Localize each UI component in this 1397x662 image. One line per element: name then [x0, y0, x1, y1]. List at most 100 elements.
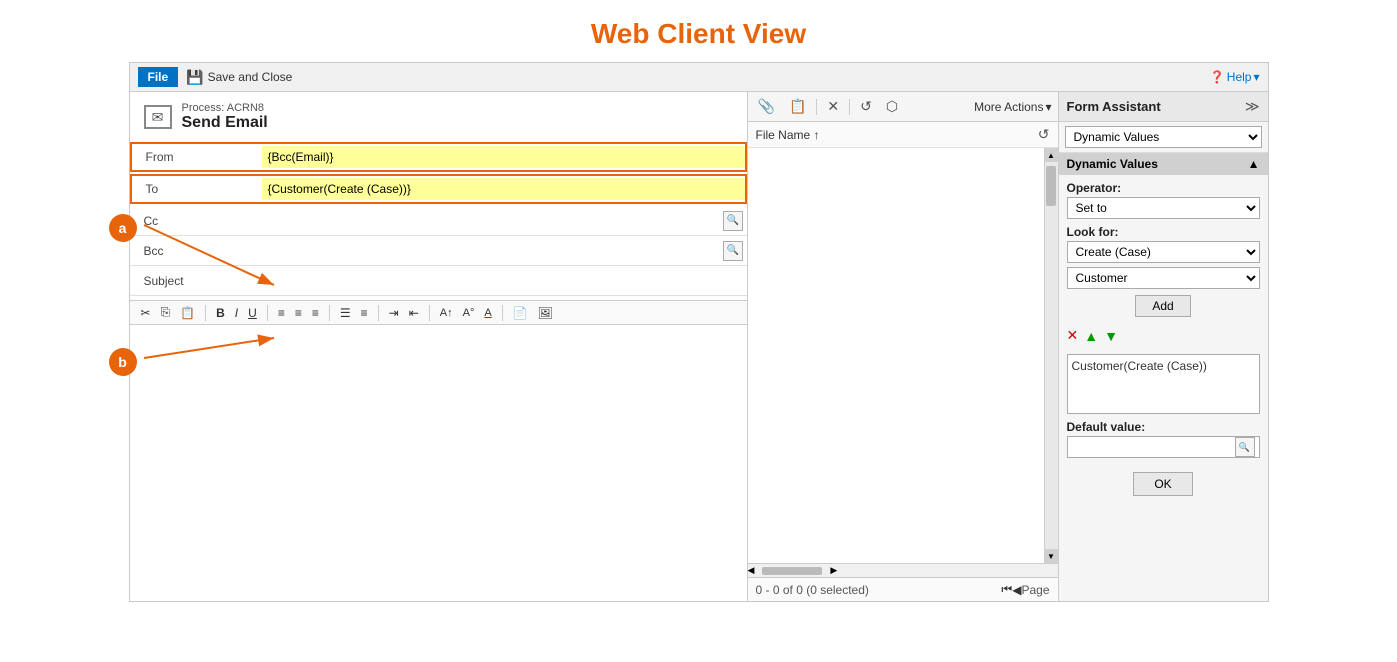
cc-label: Cc — [130, 214, 260, 228]
default-value-label: Default value: — [1067, 420, 1260, 434]
help-dropdown-icon: ▾ — [1253, 70, 1259, 84]
more-actions-button[interactable]: More Actions ▾ — [974, 100, 1051, 114]
rte-separator-6 — [502, 305, 503, 321]
attachment-scrollbar[interactable]: ▲ ▼ — [1044, 148, 1058, 563]
font-size-up-button[interactable]: A↑ — [437, 306, 456, 320]
rte-separator-3 — [329, 305, 330, 321]
main-toolbar: File 💾 Save and Close ❓ Help ▾ — [130, 63, 1268, 92]
unordered-list-button[interactable]: ≡ — [358, 305, 371, 321]
more-actions-chevron: ▾ — [1045, 100, 1051, 114]
cc-lookup-button[interactable]: 🔍 — [723, 211, 742, 231]
from-value[interactable]: {Bcc(Email)} — [262, 146, 745, 168]
paste-button[interactable]: 📋 — [177, 305, 198, 321]
italic-button[interactable]: I — [232, 305, 241, 321]
attach-note-button[interactable]: 📋 — [785, 96, 810, 117]
scroll-up-button[interactable]: ▲ — [1045, 148, 1058, 162]
export-button[interactable]: ⬡ — [882, 96, 902, 117]
rte-toolbar: ✂ ⎘ 📋 B I U ≡ ≡ ≡ ☰ ≡ — [130, 300, 747, 325]
pagination-label: 0 - 0 of 0 (0 selected) — [756, 583, 869, 597]
refresh-attach-button[interactable]: ↺ — [856, 96, 876, 117]
first-page-button[interactable]: ⏮ — [1001, 582, 1012, 597]
save-close-button[interactable]: 💾 Save and Close — [186, 69, 292, 86]
from-field-row: From {Bcc(Email)} — [130, 142, 747, 172]
copy-button[interactable]: ⎘ — [158, 304, 174, 321]
align-left-button[interactable]: ≡ — [275, 305, 288, 321]
insert-template-button[interactable]: 📄 — [510, 305, 531, 321]
attachment-toolbar: 📎 📋 ✕ ↺ ⬡ More Actions ▾ — [748, 92, 1058, 122]
page-label: Page — [1021, 583, 1049, 597]
horizontal-scrollbar[interactable]: ◀ ▶ — [748, 563, 1058, 577]
h-scroll-thumb[interactable] — [762, 567, 822, 575]
ordered-list-button[interactable]: ☰ — [337, 305, 354, 321]
email-header: ✉ Process: ACRN8 Send Email — [130, 92, 747, 136]
help-icon: ❓ — [1210, 70, 1225, 84]
annotation-b: b — [109, 348, 137, 376]
att-separator-2 — [849, 99, 850, 115]
cc-input[interactable] — [260, 210, 724, 232]
help-link[interactable]: ❓ Help ▾ — [1210, 70, 1260, 84]
outdent-button[interactable]: ⇤ — [406, 305, 422, 321]
align-center-button[interactable]: ≡ — [292, 305, 305, 321]
scroll-right-button[interactable]: ▶ — [830, 565, 837, 576]
fa-delete-button[interactable]: ✕ — [1067, 327, 1079, 344]
align-right-button[interactable]: ≡ — [309, 305, 322, 321]
email-body[interactable] — [130, 325, 747, 601]
delete-attachment-button[interactable]: ✕ — [823, 96, 843, 117]
default-value-group: Default value: 🔍 — [1067, 420, 1260, 458]
file-name-sort[interactable]: File Name ↑ — [756, 128, 820, 142]
to-field-row: To {Customer(Create (Case))} — [130, 174, 747, 204]
prev-page-button[interactable]: ◀ — [1012, 583, 1021, 597]
operator-label: Operator: — [1067, 181, 1260, 195]
insert-image-button[interactable]: 🖼 — [535, 305, 556, 321]
attachment-footer: 0 - 0 of 0 (0 selected) ⏮ ◀ Page — [748, 577, 1058, 601]
annotation-a: a — [109, 214, 137, 242]
default-value-input[interactable] — [1068, 438, 1235, 456]
scroll-down-button[interactable]: ▼ — [1045, 549, 1058, 563]
underline-button[interactable]: U — [245, 305, 260, 321]
subject-input[interactable] — [260, 270, 747, 292]
ok-button[interactable]: OK — [1133, 472, 1192, 496]
cut-button[interactable]: ✂ — [138, 305, 154, 321]
bcc-input[interactable] — [260, 240, 724, 262]
look-for-select[interactable]: Create (Case) — [1067, 241, 1260, 263]
bcc-label: Bcc — [130, 244, 260, 258]
font-size-down-button[interactable]: A° — [460, 306, 478, 320]
form-assistant-expand-button[interactable]: ≫ — [1245, 98, 1260, 115]
rte-separator-1 — [205, 305, 206, 321]
add-button[interactable]: Add — [1135, 295, 1190, 317]
form-assistant-panel: Form Assistant ≫ Dynamic Values Dynamic … — [1058, 92, 1268, 601]
refresh-file-list-button[interactable]: ↺ — [1038, 126, 1050, 143]
fa-move-up-button[interactable]: ▲ — [1084, 328, 1098, 344]
default-value-wrap: 🔍 — [1067, 436, 1260, 458]
scroll-left-button[interactable]: ◀ — [748, 565, 755, 576]
to-label: To — [132, 182, 262, 196]
fa-icons-row: ✕ ▲ ▼ — [1067, 323, 1260, 348]
file-button[interactable]: File — [138, 67, 179, 87]
process-label: Process: ACRN8 — [182, 102, 268, 114]
subject-field-row: Subject — [130, 266, 747, 296]
attach-button[interactable]: 📎 — [754, 96, 779, 117]
fa-section-header[interactable]: Dynamic Values ▲ — [1059, 153, 1268, 175]
to-value[interactable]: {Customer(Create (Case))} — [262, 178, 745, 200]
fa-main-dropdown[interactable]: Dynamic Values — [1065, 126, 1262, 148]
look-for-group: Look for: Create (Case) Customer — [1067, 225, 1260, 289]
operator-select[interactable]: Set to — [1067, 197, 1260, 219]
form-assistant-title: Form Assistant — [1067, 99, 1161, 114]
look-for-sub-select[interactable]: Customer — [1067, 267, 1260, 289]
bcc-field-row: Bcc 🔍 — [130, 236, 747, 266]
operator-group: Operator: Set to — [1067, 181, 1260, 219]
save-icon: 💾 — [186, 69, 203, 86]
default-value-lookup-button[interactable]: 🔍 — [1235, 437, 1255, 457]
bcc-lookup-button[interactable]: 🔍 — [723, 241, 742, 261]
email-form-fields: From {Bcc(Email)} To {Customer(Create (C… — [130, 136, 747, 300]
scroll-thumb[interactable] — [1046, 166, 1056, 206]
fa-main-dropdown-row: Dynamic Values — [1059, 122, 1268, 153]
attachment-list: ▲ ▼ — [748, 148, 1058, 563]
bold-button[interactable]: B — [213, 305, 228, 321]
form-assistant-header: Form Assistant ≫ — [1059, 92, 1268, 122]
from-label: From — [132, 150, 262, 164]
indent-button[interactable]: ⇥ — [386, 305, 402, 321]
file-name-header: File Name ↑ ↺ — [748, 122, 1058, 148]
fa-move-down-button[interactable]: ▼ — [1104, 328, 1118, 344]
font-color-button[interactable]: A — [481, 306, 494, 320]
